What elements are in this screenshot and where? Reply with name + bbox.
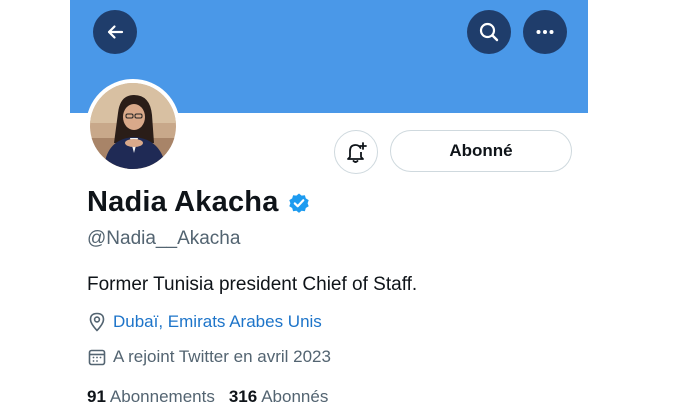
following-count[interactable]: 91 [87, 387, 106, 407]
verified-badge-icon[interactable] [287, 191, 311, 215]
profile-screen: Abonné Nadia Akacha @Nadia__Akacha Forme… [70, 0, 588, 420]
location-row: Dubaï, Emirats Arabes Unis [87, 312, 322, 332]
joined-date: A rejoint Twitter en avril 2023 [113, 347, 331, 366]
joined-row: A rejoint Twitter en avril 2023 [87, 347, 331, 367]
search-button[interactable] [467, 10, 511, 54]
follow-stats: 91 Abonnements 316 Abonnés [87, 387, 342, 407]
avatar[interactable] [86, 79, 180, 173]
following-button[interactable]: Abonné [390, 130, 572, 172]
location-link[interactable]: Dubaï, Emirats Arabes Unis [113, 312, 322, 332]
display-name: Nadia Akacha [87, 186, 279, 218]
followers-label[interactable]: Abonnés [261, 387, 328, 407]
back-button[interactable] [93, 10, 137, 54]
search-icon [479, 22, 499, 42]
profile-bio: Former Tunisia president Chief of Staff. [87, 274, 418, 295]
avatar-photo [90, 83, 176, 169]
following-label[interactable]: Abonnements [110, 387, 215, 407]
user-handle: @Nadia__Akacha [87, 228, 241, 249]
profile-page: Abonné Nadia Akacha @Nadia__Akacha Forme… [0, 0, 675, 420]
map-pin-icon [87, 312, 107, 332]
more-options-button[interactable] [523, 10, 567, 54]
arrow-left-icon [107, 25, 124, 39]
notifications-button[interactable] [334, 130, 378, 174]
followers-count[interactable]: 316 [229, 387, 257, 407]
name-row: Nadia Akacha [87, 186, 311, 219]
bell-plus-icon [347, 142, 367, 163]
more-horizontal-icon [536, 30, 554, 34]
calendar-icon [87, 347, 107, 367]
